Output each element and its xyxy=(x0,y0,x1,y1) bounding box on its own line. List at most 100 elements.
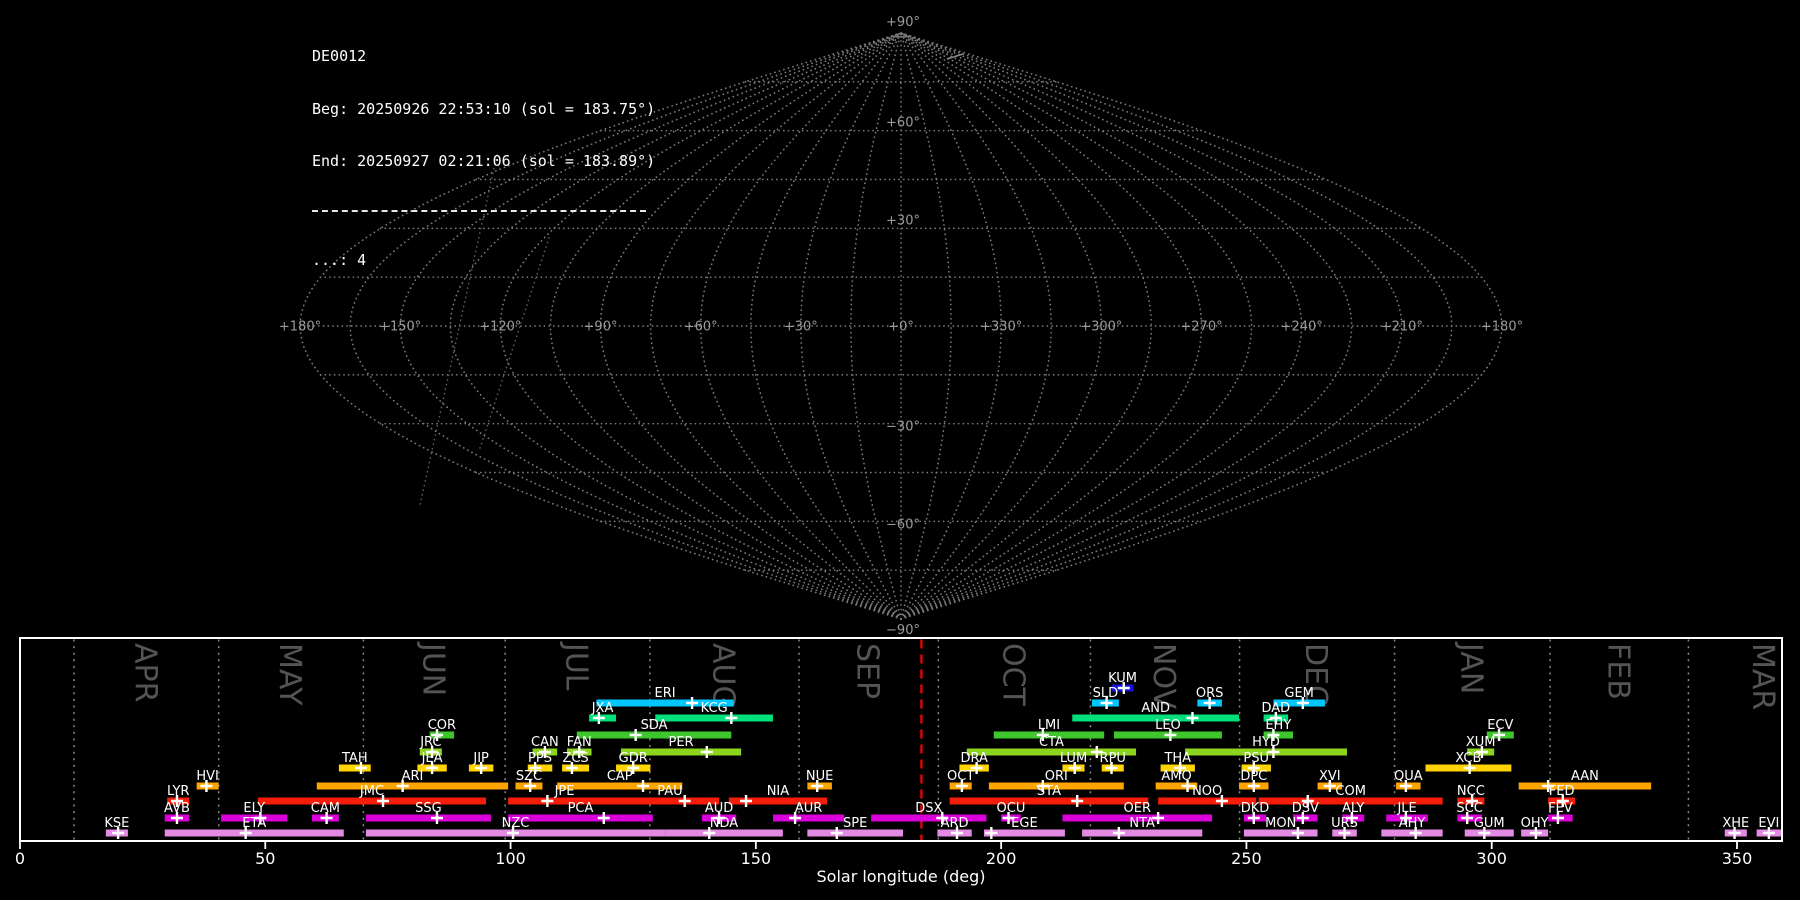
shower-label-DSX: DSX xyxy=(915,801,942,816)
shower-label-GEM: GEM xyxy=(1284,686,1314,701)
shower-label-XUM: XUM xyxy=(1466,735,1496,750)
month-label-MAR: MAR xyxy=(1745,643,1780,710)
shower-label-NZC: NZC xyxy=(502,816,530,831)
month-label-JAN: JAN xyxy=(1453,641,1488,694)
shower-label-SZC: SZC xyxy=(516,769,542,784)
shower-label-AHY: AHY xyxy=(1399,816,1426,831)
shower-label-NUE: NUE xyxy=(806,769,833,784)
x-tick-label-0: 0 xyxy=(15,849,25,868)
shower-label-EVI: EVI xyxy=(1758,816,1779,831)
lat-label-60: +60° xyxy=(886,116,920,131)
shower-label-PPS: PPS xyxy=(528,751,552,766)
shower-label-PAU: PAU xyxy=(657,784,682,799)
shower-label-AUD: AUD xyxy=(705,801,733,816)
month-label-FEB: FEB xyxy=(1600,643,1635,700)
peak-marker-CAP xyxy=(637,780,650,792)
shower-label-OHY: OHY xyxy=(1521,816,1549,831)
shower-label-NTA: NTA xyxy=(1129,816,1155,831)
shower-label-LEO: LEO xyxy=(1155,718,1181,733)
month-label-JUN: JUN xyxy=(415,641,450,696)
lon-label-11: +210° xyxy=(1381,320,1423,335)
figure-canvas: +180° +150° +120° +90° +60° +30° +0° +330° +300°… xyxy=(15,15,1783,886)
shower-label-SSG: SSG xyxy=(415,801,442,816)
shower-label-HYD: HYD xyxy=(1252,735,1280,750)
shower-label-JLE: JLE xyxy=(1396,801,1416,816)
shower-label-ORI: ORI xyxy=(1045,769,1068,784)
shower-label-SLD: SLD xyxy=(1093,686,1119,701)
lon-label-8: +300° xyxy=(1080,320,1122,335)
shower-label-OCT: OCT xyxy=(947,769,974,784)
month-label-JUL: JUL xyxy=(559,641,594,691)
lon-label-0: +180° xyxy=(279,320,321,335)
shower-label-AMO: AMO xyxy=(1161,769,1191,784)
peak-marker-NTA xyxy=(1112,827,1125,839)
shower-label-ZCS: ZCS xyxy=(562,751,588,766)
month-label-MAY: MAY xyxy=(272,643,307,706)
shower-label-HVI: HVI xyxy=(196,769,219,784)
shower-label-NIA: NIA xyxy=(767,784,790,799)
lon-label-4: +60° xyxy=(684,320,718,335)
shower-label-ALY: ALY xyxy=(1342,801,1364,816)
lon-label-12: +180° xyxy=(1481,320,1523,335)
shower-label-LMI: LMI xyxy=(1038,718,1060,733)
shower-label-STA: STA xyxy=(1037,784,1061,799)
shower-label-ARI: ARI xyxy=(402,769,424,784)
x-tick-label-200: 200 xyxy=(986,849,1017,868)
lon-label-1: +150° xyxy=(379,320,421,335)
peak-marker-SPE xyxy=(830,827,843,839)
shower-label-CAN: CAN xyxy=(531,735,559,750)
x-tick-label-50: 50 xyxy=(255,849,275,868)
shower-label-DAD: DAD xyxy=(1262,701,1291,716)
month-label-SEP: SEP xyxy=(850,643,885,699)
shower-label-DRA: DRA xyxy=(960,751,988,766)
month-label-NOV: NOV xyxy=(1146,643,1181,710)
activity-timeline-chart: APR MAY JUN JUL AUG SEP OCT NOV DEC JAN FEB MARKUME… xyxy=(15,637,1783,886)
shower-label-ARD: ARD xyxy=(941,816,969,831)
shower-label-DSV: DSV xyxy=(1292,801,1319,816)
lon-label-5: +30° xyxy=(784,320,818,335)
lat-label-30: +30° xyxy=(886,213,920,228)
shower-label-AUR: AUR xyxy=(795,801,822,816)
shower-label-PCA: PCA xyxy=(568,801,594,816)
peak-marker-STA xyxy=(1071,795,1084,807)
lat-label--30: −30° xyxy=(886,420,920,435)
shower-label-PSU: PSU xyxy=(1243,751,1269,766)
shower-label-NOO: NOO xyxy=(1192,784,1222,799)
shower-label-COR: COR xyxy=(428,718,456,733)
shower-label-AND: AND xyxy=(1141,701,1170,716)
shower-label-THA: THA xyxy=(1163,751,1191,766)
begin-time-line: Beg: 20250926 22:53:10 (sol = 183.75°) xyxy=(312,99,656,118)
peak-marker-AND xyxy=(1186,712,1199,724)
shower-label-ECV: ECV xyxy=(1487,718,1513,733)
shower-label-CTA: CTA xyxy=(1039,735,1064,750)
lon-label-2: +120° xyxy=(479,320,521,335)
shower-label-XCB: XCB xyxy=(1455,751,1481,766)
shower-label-GDR: GDR xyxy=(619,751,648,766)
radiant-activity-figure: +180° +150° +120° +90° +60° +30° +0° +330° +300°… xyxy=(0,0,1800,900)
peak-marker-PCA xyxy=(597,812,610,824)
shower-label-EGE: EGE xyxy=(1011,816,1038,831)
peak-marker-ERI xyxy=(686,697,699,709)
shower-label-XHE: XHE xyxy=(1722,816,1749,831)
shower-label-JRC: JRC xyxy=(419,735,441,750)
shower-label-NCC: NCC xyxy=(1457,784,1485,799)
shower-label-AAN: AAN xyxy=(1571,769,1599,784)
lon-label-10: +240° xyxy=(1281,320,1323,335)
peak-marker-JPE xyxy=(541,795,554,807)
shower-label-LUM: LUM xyxy=(1060,751,1087,766)
shower-label-KUM: KUM xyxy=(1108,671,1137,686)
x-tick-label-150: 150 xyxy=(741,849,772,868)
station-id: DE0012 xyxy=(312,47,367,65)
shower-label-FED: FED xyxy=(1549,784,1575,799)
shower-label-CAM: CAM xyxy=(311,801,340,816)
shower-label-AVB: AVB xyxy=(164,801,190,816)
detection-count-line: ...: 4 xyxy=(312,250,367,269)
shower-label-ORS: ORS xyxy=(1196,686,1224,701)
shower-label-NDA: NDA xyxy=(710,816,739,831)
lon-label-3: +90° xyxy=(584,320,618,335)
shower-label-FEV: FEV xyxy=(1548,801,1573,816)
shower-label-DKD: DKD xyxy=(1241,801,1270,816)
header-separator xyxy=(312,209,646,212)
shower-label-COM: COM xyxy=(1335,784,1366,799)
shower-label-ERI: ERI xyxy=(655,686,676,701)
